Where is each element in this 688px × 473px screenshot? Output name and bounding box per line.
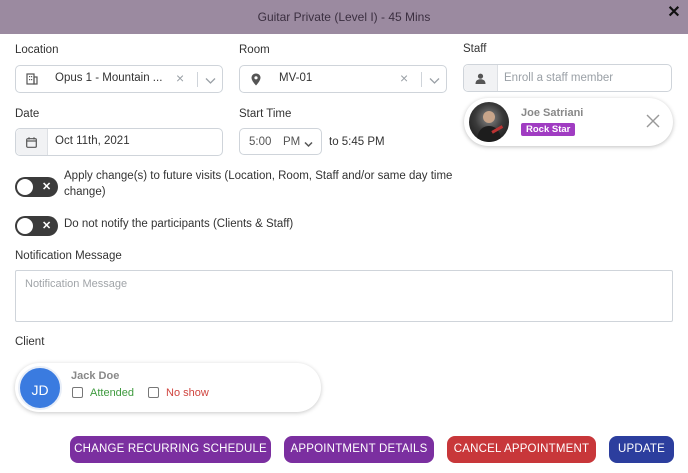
update-button[interactable]: UPDATE	[609, 436, 674, 463]
room-value: MV-01	[279, 72, 313, 84]
map-pin-icon	[240, 66, 272, 92]
chevron-down-icon[interactable]	[304, 137, 313, 151]
building-icon	[16, 66, 48, 92]
date-picker[interactable]: Oct 11th, 2021	[15, 128, 223, 156]
no-show-checkbox[interactable]	[148, 387, 159, 398]
start-time-ampm: PM	[283, 136, 301, 148]
toggle-off-icon: ✕	[42, 220, 52, 232]
room-label: Room	[239, 44, 270, 56]
calendar-icon	[16, 129, 48, 155]
no-show-label: No show	[166, 387, 209, 399]
end-time-text: to 5:45 PM	[329, 136, 385, 148]
client-avatar: JD	[18, 366, 62, 410]
staff-input[interactable]	[504, 70, 664, 86]
staff-member-card: Joe Satriani Rock Star	[464, 98, 673, 146]
client-label: Client	[15, 336, 45, 348]
remove-staff-icon[interactable]	[645, 113, 661, 129]
no-notify-text: Do not notify the participants (Clients …	[64, 218, 294, 230]
room-divider	[421, 72, 422, 87]
start-time-value: 5:00	[249, 136, 272, 148]
future-visits-text: Apply change(s) to future visits (Locati…	[64, 170, 453, 198]
user-icon	[464, 65, 498, 91]
future-visits-toggle[interactable]: ✕	[15, 177, 58, 197]
chevron-down-icon[interactable]	[429, 74, 440, 88]
staff-search[interactable]	[463, 64, 672, 92]
attended-checkbox[interactable]	[72, 387, 83, 398]
start-time-label: Start Time	[239, 108, 292, 120]
staff-label: Staff	[463, 43, 487, 55]
staff-role-badge: Rock Star	[521, 123, 576, 136]
date-value: Oct 11th, 2021	[55, 135, 130, 147]
staff-name: Joe Satriani	[521, 107, 584, 119]
location-divider	[197, 72, 198, 87]
clear-room-icon[interactable]: ×	[400, 71, 408, 85]
toggle-off-icon: ✕	[42, 181, 52, 193]
date-label: Date	[15, 108, 40, 120]
location-select[interactable]: Opus 1 - Mountain ... ×	[15, 65, 223, 93]
dialog-title: Guitar Private (Level I) - 45 Mins	[257, 10, 431, 24]
toggle-knob	[17, 179, 33, 195]
client-card: JD Jack Doe Attended No show	[15, 363, 321, 412]
room-select[interactable]: MV-01 ×	[239, 65, 447, 93]
start-time-select[interactable]: 5:00 PM	[239, 128, 322, 155]
dialog-header: Guitar Private (Level I) - 45 Mins ✕	[0, 0, 688, 34]
toggle-knob	[17, 218, 33, 234]
staff-avatar	[469, 102, 509, 142]
location-label: Location	[15, 44, 59, 56]
notification-message-input[interactable]	[15, 270, 673, 322]
change-recurring-schedule-button[interactable]: CHANGE RECURRING SCHEDULE	[70, 436, 271, 463]
notification-label: Notification Message	[15, 250, 122, 262]
appointment-details-button[interactable]: APPOINTMENT DETAILS	[284, 436, 434, 463]
location-value: Opus 1 - Mountain ...	[55, 72, 163, 84]
close-icon[interactable]: ✕	[666, 5, 682, 21]
client-name: Jack Doe	[71, 370, 120, 382]
cancel-appointment-button[interactable]: CANCEL APPOINTMENT	[447, 436, 596, 463]
no-notify-toggle[interactable]: ✕	[15, 216, 58, 236]
chevron-down-icon[interactable]	[205, 74, 216, 88]
attended-label: Attended	[90, 387, 135, 399]
clear-location-icon[interactable]: ×	[176, 71, 184, 85]
